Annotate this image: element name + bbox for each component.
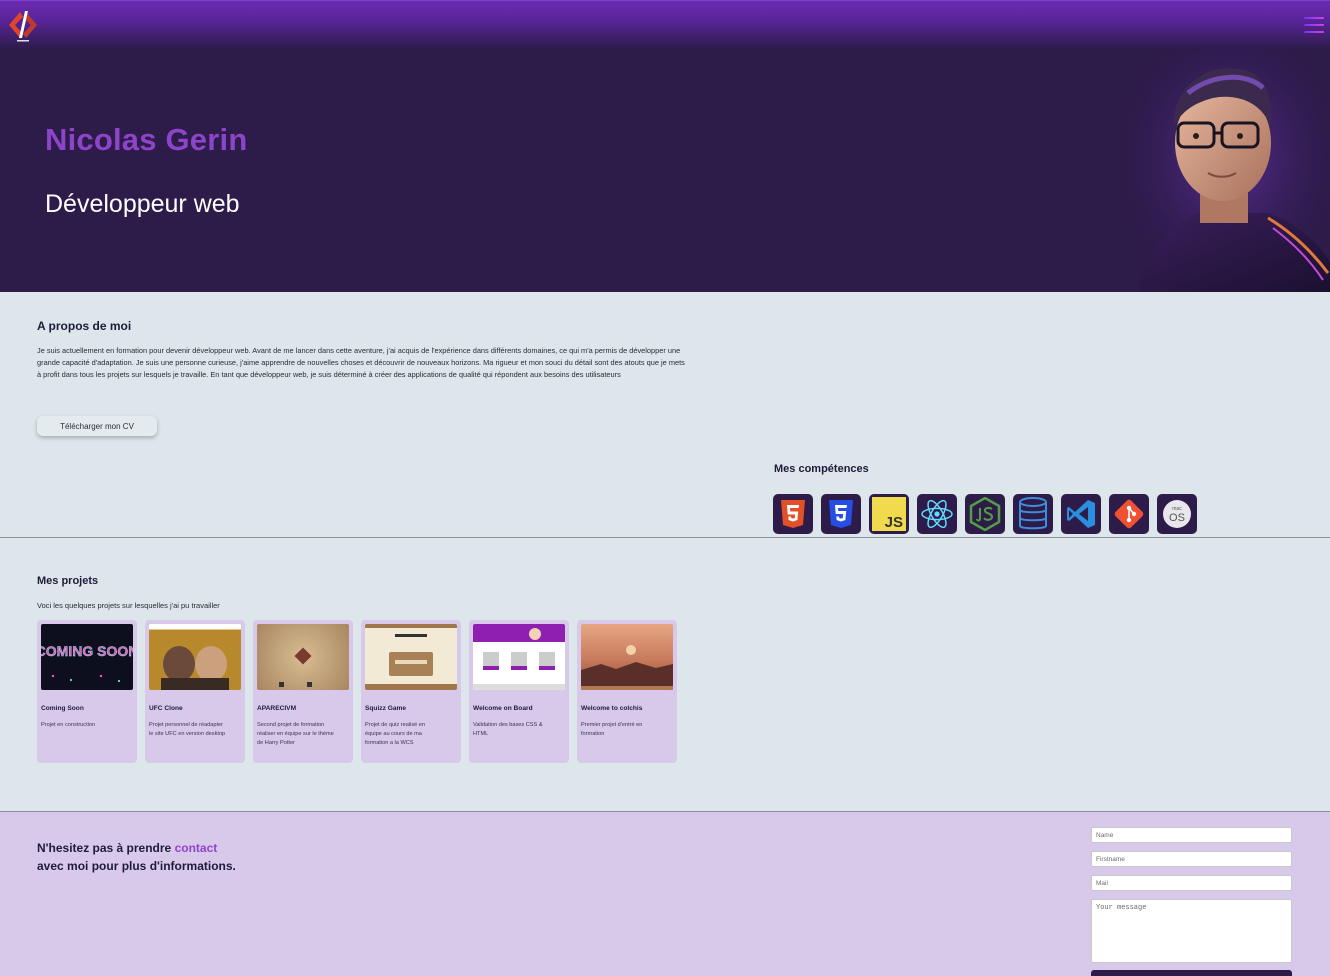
- project-description: Premier projet d'entré en formation: [581, 722, 643, 737]
- firstname-input[interactable]: [1091, 851, 1292, 867]
- project-description: Projet en construction: [41, 722, 96, 728]
- html5-icon: [773, 494, 813, 534]
- macos-icon: mac OS: [1157, 494, 1197, 534]
- contact-link[interactable]: contact: [175, 841, 218, 855]
- project-card[interactable]: Squizz Game Projet de quiz realisé en éq…: [361, 620, 461, 763]
- project-card[interactable]: UFC Clone Projet personnel de réadapter …: [145, 620, 245, 763]
- project-card[interactable]: Welcome on Board Validation des bases CS…: [469, 620, 569, 763]
- contact-text-after: avec moi pour plus d'informations.: [37, 859, 236, 873]
- message-textarea[interactable]: [1091, 899, 1292, 963]
- skills-title: Mes compétences: [774, 463, 869, 475]
- squizz-game-thumbnail: [365, 624, 457, 690]
- hero-name: Nicolas Gerin: [45, 122, 248, 157]
- project-card[interactable]: COMING SOON Coming Soon Projet en constr…: [37, 620, 137, 763]
- javascript-icon: JS: [869, 494, 909, 534]
- database-icon: [1013, 494, 1053, 534]
- project-description: Validation des bases CSS & HTML: [473, 722, 543, 737]
- project-description: Second projet de formation réaliser en é…: [257, 722, 334, 746]
- ufc-clone-thumbnail: [149, 624, 241, 690]
- project-title: UFC Clone: [149, 705, 183, 712]
- project-title: APARECIVM: [257, 705, 297, 712]
- nodejs-icon: [965, 494, 1005, 534]
- about-text: Je suis actuellement en formation pour d…: [37, 346, 685, 379]
- projects-list: COMING SOON Coming Soon Projet en constr…: [37, 620, 677, 763]
- project-title: Welcome to colchis: [581, 705, 643, 712]
- project-title: Squizz Game: [365, 705, 407, 712]
- send-button[interactable]: [1091, 970, 1292, 976]
- macos-icon-label: OS: [1169, 512, 1185, 524]
- react-icon: [917, 494, 957, 534]
- project-card[interactable]: Welcome to colchis Premier projet d'entr…: [577, 620, 677, 763]
- git-icon: [1109, 494, 1149, 534]
- hamburger-menu-icon[interactable]: [1304, 17, 1324, 35]
- contact-section: N'hesitez pas à prendre contact avec moi…: [0, 812, 1330, 976]
- aparecivm-thumbnail: [257, 624, 349, 690]
- project-description: Projet personnel de réadapter le site UF…: [149, 722, 226, 737]
- vscode-icon: [1061, 494, 1101, 534]
- javascript-icon-label: JS: [885, 514, 903, 531]
- skills-list: JS mac OS: [773, 494, 1197, 534]
- section-divider: [0, 537, 1330, 538]
- name-input[interactable]: [1091, 827, 1292, 843]
- coming-soon-neon-text: COMING SOON: [41, 643, 133, 659]
- contact-text: N'hesitez pas à prendre contact avec moi…: [37, 839, 247, 875]
- hero-role: Développeur web: [45, 190, 240, 218]
- top-navbar: [0, 0, 1330, 48]
- welcome-on-board-thumbnail: [473, 624, 565, 690]
- projects-subtitle: Voci les quelques projets sur lesquelles…: [37, 601, 220, 610]
- project-title: Welcome on Board: [473, 705, 533, 712]
- code-logo-icon[interactable]: [5, 7, 41, 43]
- coming-soon-thumbnail: COMING SOON: [41, 624, 133, 690]
- developer-portrait: [1128, 48, 1330, 292]
- mail-input[interactable]: [1091, 875, 1292, 891]
- about-title: A propos de moi: [37, 319, 132, 333]
- contact-text-before: N'hesitez pas à prendre: [37, 841, 175, 855]
- project-card[interactable]: APARECIVM Second projet de formation réa…: [253, 620, 353, 763]
- welcome-to-colchis-thumbnail: [581, 624, 673, 690]
- project-title: Coming Soon: [41, 705, 84, 712]
- css3-icon: [821, 494, 861, 534]
- projects-title: Mes projets: [37, 575, 99, 587]
- project-description: Projet de quiz realisé en équipe au cour…: [365, 722, 426, 746]
- download-cv-button[interactable]: Télécharger mon CV: [37, 416, 157, 436]
